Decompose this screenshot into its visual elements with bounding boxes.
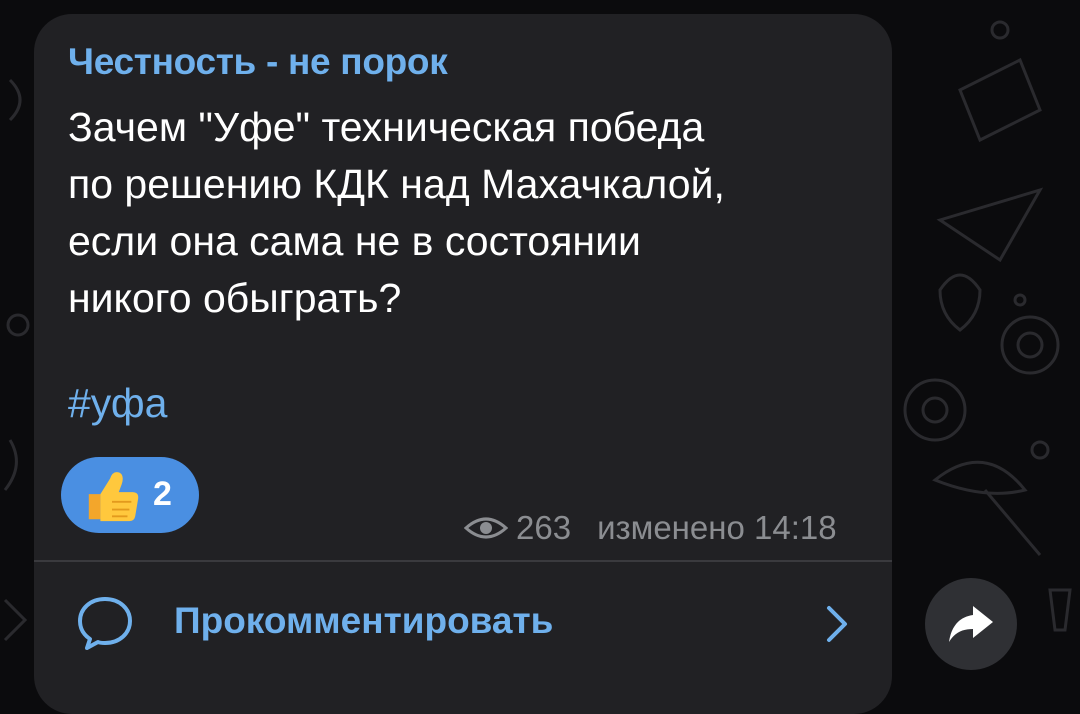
post-meta: 263 изменено 14:18 [464, 508, 837, 548]
message-line: никого обыграть? [68, 275, 402, 321]
reaction-button[interactable]: 2 [61, 457, 199, 533]
hashtag-link[interactable]: #уфа [68, 380, 167, 427]
channel-name[interactable]: Честность - не порок [68, 41, 448, 83]
comments-label: Прокомментировать [174, 600, 554, 641]
channel-post-bubble: Честность - не порок Зачем "Уфе" техниче… [34, 14, 892, 714]
message-text: Зачем "Уфе" техническая победа по решени… [68, 99, 868, 327]
comments-button[interactable]: Прокомментировать [34, 562, 892, 692]
comment-bubble-icon [78, 597, 132, 650]
message-line: Зачем "Уфе" техническая победа [68, 104, 705, 150]
view-count: 263 [516, 509, 572, 546]
message-line: по решению КДК над Махачкалой, [68, 161, 725, 207]
message-line: если она сама не в состоянии [68, 218, 641, 264]
share-arrow-icon [949, 606, 993, 642]
share-button[interactable] [925, 578, 1017, 670]
chevron-right-icon [827, 606, 847, 642]
eye-icon [464, 517, 508, 539]
thumbs-up-icon [88, 472, 139, 522]
reaction-count: 2 [153, 475, 172, 513]
edited-timestamp: изменено 14:18 [597, 509, 837, 546]
